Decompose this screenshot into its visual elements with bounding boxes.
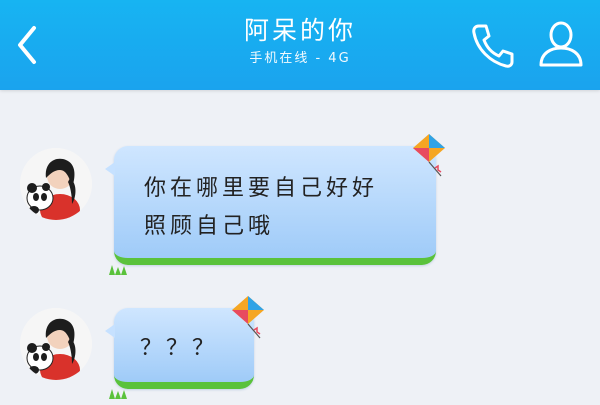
online-status: 手机在线 - 4G — [249, 51, 351, 66]
contact-name: 阿呆的你 — [243, 16, 356, 45]
kite-decoration-icon — [409, 132, 449, 178]
avatar-illustration-icon — [20, 308, 92, 380]
message-bubble[interactable]: ？？？ — [105, 296, 264, 399]
contact-avatar[interactable] — [20, 308, 92, 380]
message-line: ？？？ — [140, 336, 219, 361]
chevron-left-icon — [18, 26, 36, 64]
grass-decoration-icon — [108, 380, 128, 399]
avatar-illustration-icon — [20, 148, 92, 220]
call-button[interactable] — [466, 20, 516, 70]
phone-icon — [472, 24, 514, 68]
message-list[interactable]: 你在哪里要自己好好 照顾自己哦 ？？？ — [0, 90, 600, 400]
conversation-title-block: 阿呆的你 手机在线 - 4G — [150, 14, 450, 68]
contact-avatar[interactable] — [20, 148, 92, 220]
message-line: 照顾自己哦 — [144, 214, 275, 239]
profile-button[interactable] — [536, 18, 586, 70]
back-button[interactable] — [10, 22, 46, 68]
kite-decoration-icon — [228, 294, 268, 340]
message-line: 你在哪里要自己好好 — [144, 176, 379, 201]
chat-header: 阿呆的你 手机在线 - 4G — [0, 0, 600, 90]
person-icon — [539, 21, 583, 67]
message-bubble[interactable]: 你在哪里要自己好好 照顾自己哦 — [105, 134, 445, 275]
grass-decoration-icon — [108, 256, 128, 275]
